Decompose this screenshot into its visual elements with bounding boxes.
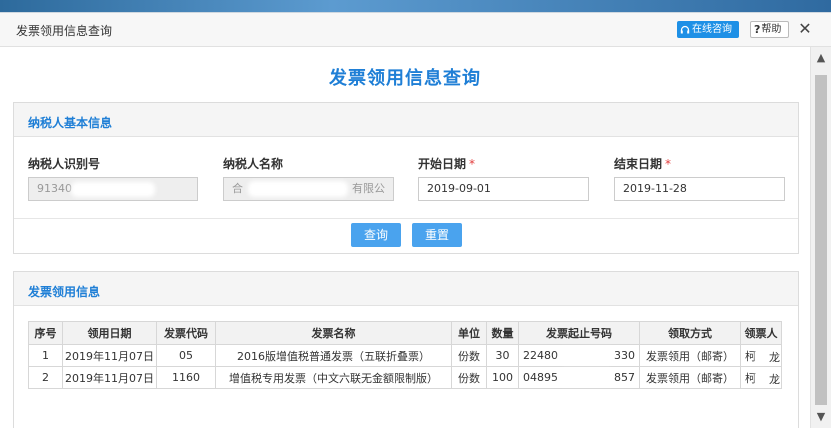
- usage-info-heading: 发票领用信息: [28, 285, 101, 299]
- table-row: 2 2019年11月07日 1160 增值税专用发票（中文六联无金额限制版） 份…: [28, 366, 782, 389]
- taxpayer-name-field: 合 有限公: [223, 177, 394, 201]
- basic-info-header: 纳税人基本信息: [14, 103, 798, 137]
- chevron-down-icon[interactable]: ▼: [811, 410, 831, 424]
- redaction-mask: [559, 370, 614, 385]
- redaction-mask: [71, 182, 155, 197]
- col-header: 领用日期: [62, 321, 157, 345]
- cell-name: 增值税专用发票（中文六联无金额限制版）: [215, 366, 452, 389]
- end-date-label-text: 结束日期: [614, 157, 663, 171]
- online-consult-label: 在线咨询: [692, 24, 732, 35]
- cell-qty: 30: [486, 344, 519, 367]
- receiver-tail: 龙: [769, 373, 780, 386]
- online-consult-button[interactable]: 在线咨询: [677, 21, 739, 38]
- col-header: 发票名称: [215, 321, 452, 345]
- taxpayer-name-value: 合: [232, 182, 243, 195]
- cell-no: 1: [28, 344, 63, 367]
- col-header: 数量: [486, 321, 519, 345]
- chevron-up-icon[interactable]: ▲: [811, 51, 831, 65]
- panel-divider: [14, 218, 798, 219]
- range-end: 330: [614, 349, 635, 362]
- scrollbar-thumb[interactable]: [815, 75, 827, 405]
- page-title: 发票领用信息查询: [329, 68, 481, 89]
- cell-date: 2019年11月07日: [62, 344, 157, 367]
- redaction-mask: [755, 370, 767, 385]
- cell-name: 2016版增值税普通发票（五联折叠票）: [215, 344, 452, 367]
- table-row: 1 2019年11月07日 05 2016版增值税普通发票（五联折叠票） 份数 …: [28, 344, 782, 367]
- cell-unit: 份数: [451, 366, 487, 389]
- taxpayer-name-tail: 有限公: [352, 182, 385, 195]
- cell-range: 22480 330: [518, 344, 640, 367]
- modal-dialog: 发票领用信息查询 在线咨询 ? 帮助 ✕ 发票领用信息查询 纳税人基本信息 纳税…: [0, 12, 831, 428]
- cell-qty: 100: [486, 366, 519, 389]
- basic-info-panel: 纳税人基本信息 纳税人识别号 91340 纳税人名称 合 有限公 开始日期 * 2…: [13, 102, 799, 254]
- cell-range: 04895 857: [518, 366, 640, 389]
- range-end: 857: [614, 371, 635, 384]
- end-date-label: 结束日期 *: [614, 155, 671, 172]
- range-start: 04895: [523, 371, 558, 384]
- desktop-background: [0, 0, 831, 12]
- usage-info-panel: 发票领用信息 序号 领用日期 发票代码 发票名称 单位 数量 发票起止号码 领取…: [13, 271, 799, 428]
- cell-code: 05: [156, 344, 216, 367]
- cell-unit: 份数: [451, 344, 487, 367]
- invoice-table: 序号 领用日期 发票代码 发票名称 单位 数量 发票起止号码 领取方式 领票人 …: [28, 321, 782, 389]
- col-header: 序号: [28, 321, 63, 345]
- redaction-mask: [755, 348, 767, 363]
- start-date-label-text: 开始日期: [418, 157, 467, 171]
- col-header: 发票代码: [156, 321, 216, 345]
- headset-icon: [680, 25, 690, 33]
- col-header: 领取方式: [639, 321, 741, 345]
- cell-method: 发票领用（邮寄）: [639, 344, 741, 367]
- help-label: 帮助: [761, 24, 782, 35]
- basic-info-heading: 纳税人基本信息: [28, 116, 113, 130]
- cell-code: 1160: [156, 366, 216, 389]
- col-header: 领票人: [740, 321, 782, 345]
- cell-date: 2019年11月07日: [62, 366, 157, 389]
- redaction-mask: [248, 181, 348, 197]
- required-mark: *: [665, 157, 672, 171]
- close-icon[interactable]: ✕: [796, 19, 814, 39]
- help-icon: ?: [754, 23, 761, 36]
- end-date-input[interactable]: 2019-11-28: [614, 177, 785, 201]
- col-header: 单位: [451, 321, 487, 345]
- dialog-content: 发票领用信息查询 纳税人基本信息 纳税人识别号 91340 纳税人名称 合 有限…: [0, 47, 810, 428]
- cell-method: 发票领用（邮寄）: [639, 366, 741, 389]
- query-button[interactable]: 查询: [351, 223, 401, 247]
- cell-no: 2: [28, 366, 63, 389]
- start-date-label: 开始日期 *: [418, 155, 475, 172]
- redaction-mask: [559, 348, 614, 363]
- taxpayer-name-label: 纳税人名称: [223, 157, 284, 171]
- required-mark: *: [469, 157, 476, 171]
- table-header-row: 序号 领用日期 发票代码 发票名称 单位 数量 发票起止号码 领取方式 领票人: [28, 321, 782, 345]
- usage-info-header: 发票领用信息: [14, 272, 798, 306]
- taxpayer-id-field: 91340: [28, 177, 198, 201]
- receiver-tail: 龙: [769, 351, 780, 364]
- cell-receiver: 柯 龙: [740, 366, 782, 389]
- range-start: 22480: [523, 349, 558, 362]
- reset-button[interactable]: 重置: [412, 223, 462, 247]
- dialog-titlebar: 发票领用信息查询 在线咨询 ? 帮助 ✕: [0, 13, 831, 47]
- taxpayer-id-value: 91340: [37, 182, 72, 195]
- start-date-input[interactable]: 2019-09-01: [418, 177, 589, 201]
- col-header: 发票起止号码: [518, 321, 640, 345]
- vertical-scrollbar[interactable]: ▲ ▼: [810, 47, 831, 428]
- taxpayer-id-label: 纳税人识别号: [28, 157, 101, 171]
- dialog-title: 发票领用信息查询: [16, 24, 113, 38]
- help-button[interactable]: ? 帮助: [750, 21, 789, 38]
- cell-receiver: 柯 龙: [740, 344, 782, 367]
